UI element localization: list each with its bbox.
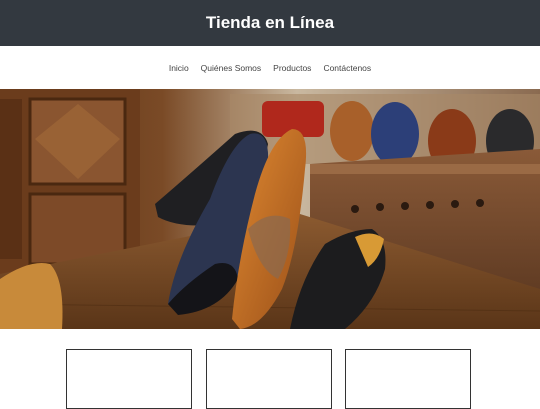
main-nav: Inicio Quiénes Somos Productos Contácten… bbox=[0, 46, 540, 89]
shoes-display-photo bbox=[0, 89, 540, 329]
nav-link-quienes-somos[interactable]: Quiénes Somos bbox=[200, 61, 262, 75]
product-card[interactable] bbox=[206, 349, 332, 409]
product-cards bbox=[0, 349, 540, 409]
site-header: Tienda en Línea bbox=[0, 0, 540, 46]
nav-link-inicio[interactable]: Inicio bbox=[168, 61, 190, 75]
nav-link-productos[interactable]: Productos bbox=[272, 61, 312, 75]
product-card[interactable] bbox=[345, 349, 471, 409]
nav-link-contactenos[interactable]: Contáctenos bbox=[322, 61, 372, 75]
site-title: Tienda en Línea bbox=[205, 13, 335, 32]
product-card[interactable] bbox=[66, 349, 192, 409]
hero-image bbox=[0, 89, 540, 329]
